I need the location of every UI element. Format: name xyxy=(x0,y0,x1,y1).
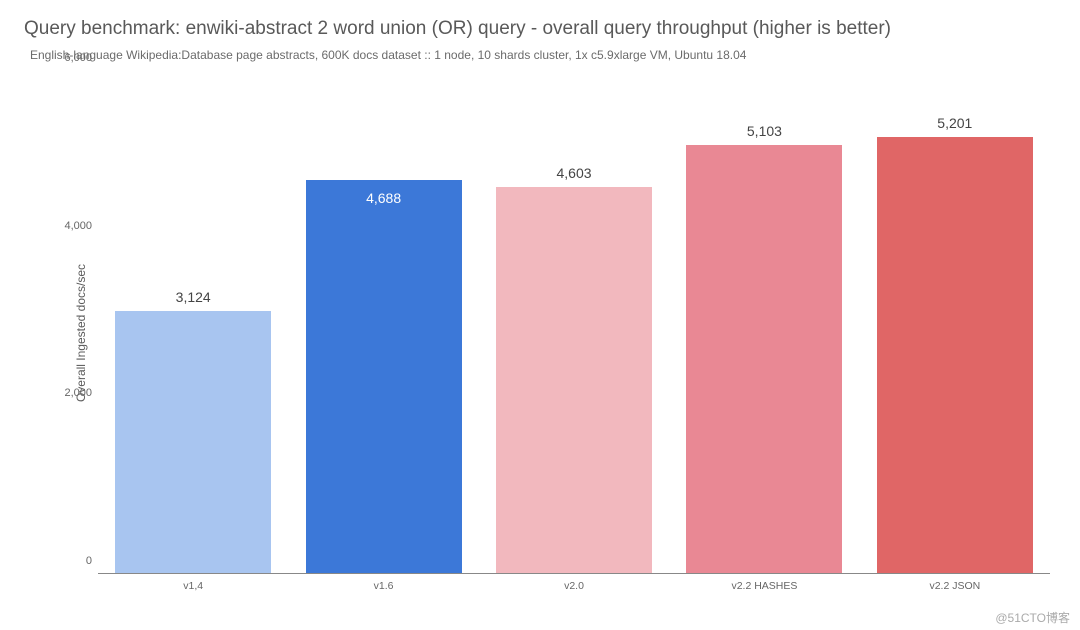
x-tick: v2.2 HASHES xyxy=(669,576,859,596)
bar-column: 5,201 xyxy=(860,70,1050,573)
bar-column: 5,103 xyxy=(669,70,859,573)
bar: 5,103 xyxy=(686,145,842,573)
y-tick: 0 xyxy=(48,555,92,567)
x-tick: v2.2 JSON xyxy=(860,576,1050,596)
y-tick: 4,000 xyxy=(48,220,92,232)
bar-value-label: 3,124 xyxy=(176,289,211,305)
x-ticks: v1,4v1.6v2.0v2.2 HASHESv2.2 JSON xyxy=(98,576,1050,596)
bar-column: 3,124 xyxy=(98,70,288,573)
x-tick: v1,4 xyxy=(98,576,288,596)
bar-value-label: 5,103 xyxy=(747,123,782,139)
chart-title: Query benchmark: enwiki-abstract 2 word … xyxy=(24,18,1056,40)
bar-column: 4,688 xyxy=(288,70,478,573)
bar: 4,603 xyxy=(496,187,652,573)
watermark: @51CTO博客 xyxy=(995,609,1070,626)
bar: 3,124 xyxy=(115,311,271,573)
bar-value-label: 4,688 xyxy=(366,190,401,206)
bar-value-label: 4,603 xyxy=(556,165,591,181)
y-tick: 6,000 xyxy=(48,52,92,64)
plot: 3,1244,6884,6035,1035,201 02,0004,0006,0… xyxy=(98,70,1050,574)
bars-group: 3,1244,6884,6035,1035,201 xyxy=(98,70,1050,573)
bar: 4,688 xyxy=(306,180,462,573)
bar-value-label: 5,201 xyxy=(937,115,972,131)
y-axis-label: Overall Ingested docs/sec xyxy=(74,264,88,402)
x-tick: v1.6 xyxy=(288,576,478,596)
chart-subtitle: English-language Wikipedia:Database page… xyxy=(30,48,1056,62)
x-tick: v2.0 xyxy=(479,576,669,596)
chart-container: Query benchmark: enwiki-abstract 2 word … xyxy=(0,0,1080,630)
plot-area: Overall Ingested docs/sec 3,124 4,688 4,60… xyxy=(42,70,1056,596)
bar: 5,201 xyxy=(877,137,1033,573)
bar-column: 4,603 xyxy=(479,70,669,573)
y-tick: 2,000 xyxy=(48,387,92,399)
